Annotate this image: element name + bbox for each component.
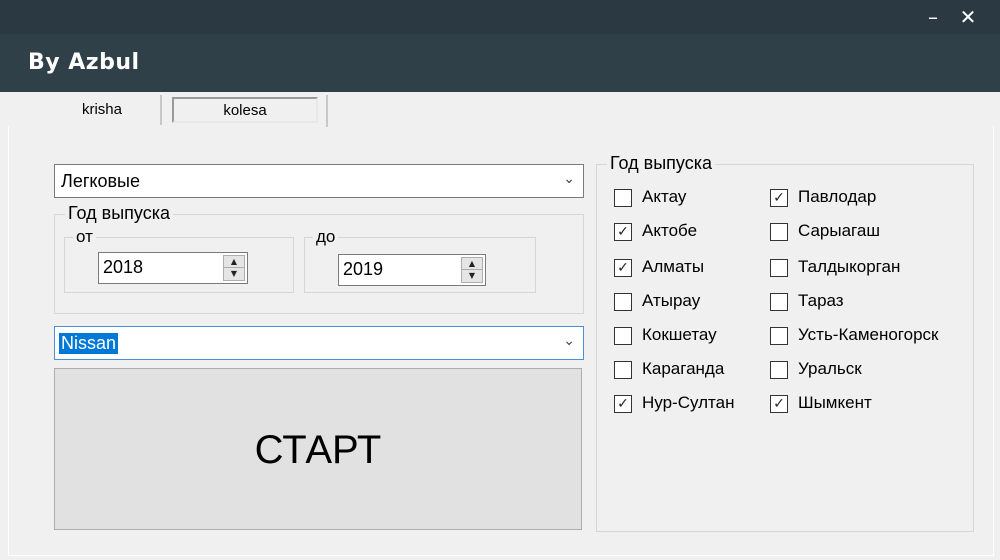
city-checkbox-label[interactable]: Актобе bbox=[642, 221, 697, 241]
year-group-label: Год выпуска bbox=[65, 203, 173, 224]
vehicle-type-value: Легковые bbox=[61, 171, 140, 191]
checkmark-icon[interactable]: ✓ bbox=[614, 395, 632, 413]
year-from-spinner[interactable]: 2018 ▲ ▼ bbox=[98, 252, 248, 284]
city-checkbox-label[interactable]: Кокшетау bbox=[642, 325, 717, 345]
client-area: krisha kolesa Легковые ⌄ Год выпуска от … bbox=[0, 92, 1000, 560]
brand-value: Nissan bbox=[59, 333, 119, 354]
city-checkbox-label[interactable]: Сарыагаш bbox=[798, 221, 880, 241]
cities-groupbox: Год выпуска bbox=[596, 153, 974, 532]
start-button[interactable]: СТАРТ bbox=[54, 368, 582, 530]
triangle-up-icon[interactable]: ▲ bbox=[224, 256, 244, 268]
checkbox-empty[interactable] bbox=[770, 223, 788, 241]
city-checkbox-label[interactable]: Нур-Султан bbox=[642, 393, 734, 413]
cities-group-label: Год выпуска bbox=[607, 153, 715, 174]
city-checkbox-label[interactable]: Уральск bbox=[798, 359, 862, 379]
tab-kolesa[interactable]: kolesa bbox=[172, 97, 318, 123]
city-checkbox-label[interactable]: Караганда bbox=[642, 359, 724, 379]
chevron-down-icon[interactable]: ⌄ bbox=[563, 333, 575, 349]
checkmark-icon[interactable]: ✓ bbox=[614, 259, 632, 277]
checkbox-empty[interactable] bbox=[614, 189, 632, 207]
city-checkbox-label[interactable]: Актау bbox=[642, 187, 686, 207]
checkbox-empty[interactable] bbox=[614, 361, 632, 379]
year-to-spinner[interactable]: 2019 ▲ ▼ bbox=[338, 254, 486, 286]
triangle-down-icon[interactable]: ▼ bbox=[224, 268, 244, 280]
checkbox-empty[interactable] bbox=[770, 293, 788, 311]
city-checkbox-label[interactable]: Тараз bbox=[798, 291, 844, 311]
checkbox-empty[interactable] bbox=[770, 361, 788, 379]
vehicle-type-select[interactable]: Легковые ⌄ bbox=[54, 164, 584, 198]
close-button[interactable]: ✕ bbox=[953, 4, 983, 30]
city-checkbox-label[interactable]: Атырау bbox=[642, 291, 700, 311]
year-from-label: от bbox=[73, 227, 96, 247]
app-header: By Azbul bbox=[0, 34, 1000, 92]
triangle-down-icon[interactable]: ▼ bbox=[462, 270, 482, 282]
checkbox-empty[interactable] bbox=[614, 327, 632, 345]
city-checkbox-label[interactable]: Павлодар bbox=[798, 187, 876, 207]
year-to-spin-buttons: ▲ ▼ bbox=[461, 257, 483, 283]
year-to-label: до bbox=[313, 227, 339, 247]
year-from-value[interactable]: 2018 bbox=[103, 257, 143, 278]
city-checkbox-label[interactable]: Талдыкорган bbox=[798, 257, 900, 277]
city-checkbox-label[interactable]: Шымкент bbox=[798, 393, 872, 413]
checkmark-icon[interactable]: ✓ bbox=[614, 223, 632, 241]
checkbox-empty[interactable] bbox=[770, 327, 788, 345]
brand-select[interactable]: Nissan ⌄ bbox=[54, 326, 584, 360]
city-checkbox-label[interactable]: Алматы bbox=[642, 257, 704, 277]
checkmark-icon[interactable]: ✓ bbox=[770, 395, 788, 413]
tab-krisha[interactable]: krisha bbox=[44, 95, 162, 125]
year-from-spin-buttons: ▲ ▼ bbox=[223, 255, 245, 281]
chevron-down-icon[interactable]: ⌄ bbox=[563, 171, 575, 187]
checkbox-empty[interactable] bbox=[770, 259, 788, 277]
city-checkbox-label[interactable]: Усть-Каменогорск bbox=[798, 325, 938, 345]
checkbox-empty[interactable] bbox=[614, 293, 632, 311]
app-title: By Azbul bbox=[28, 50, 140, 75]
year-to-value[interactable]: 2019 bbox=[343, 259, 383, 280]
window-titlebar: – ✕ bbox=[0, 0, 1000, 34]
minimize-button[interactable]: – bbox=[918, 4, 948, 30]
triangle-up-icon[interactable]: ▲ bbox=[462, 258, 482, 270]
checkmark-icon[interactable]: ✓ bbox=[770, 189, 788, 207]
